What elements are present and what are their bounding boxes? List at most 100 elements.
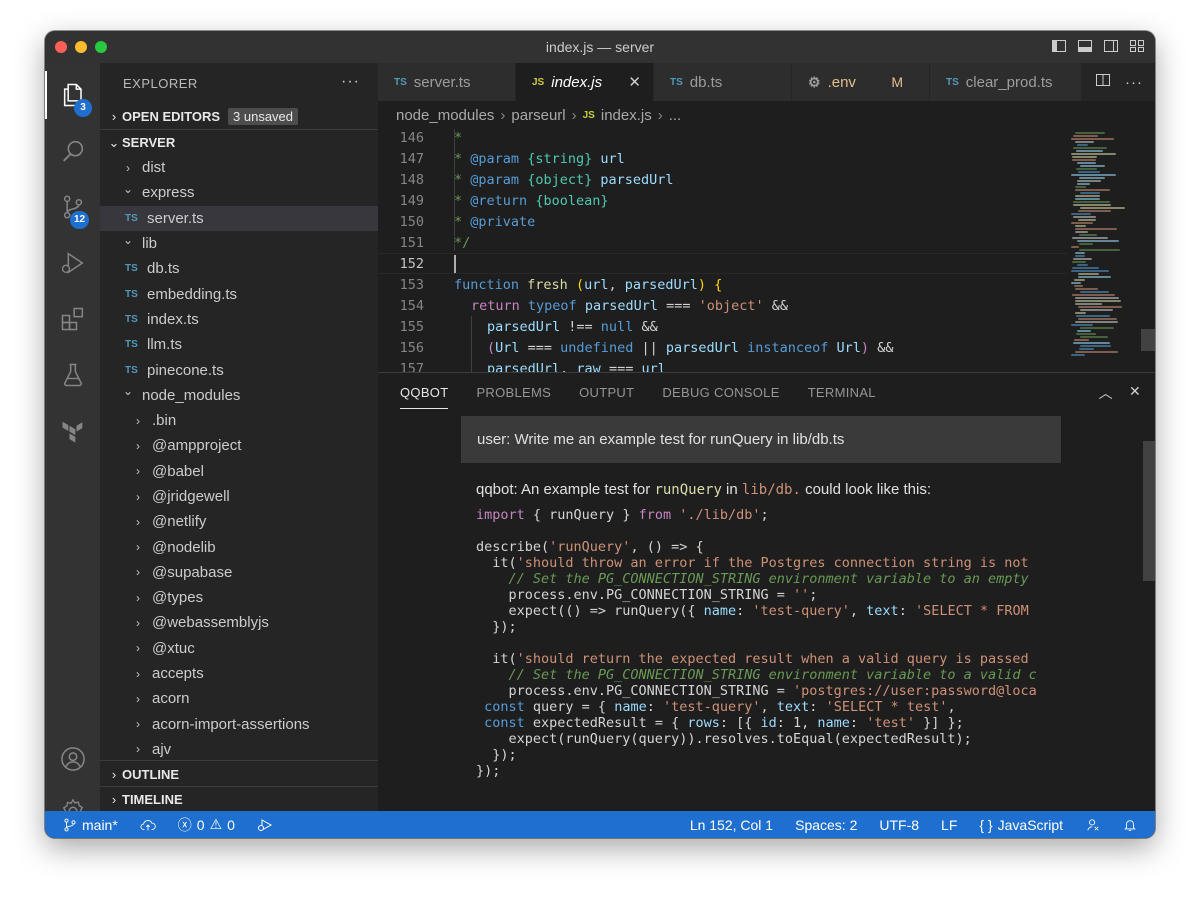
minimap-stroke xyxy=(1075,198,1100,200)
code-editor[interactable]: 146 * 147 * @param {string} url 148 * @para… xyxy=(378,129,1155,372)
maximize-window-button[interactable] xyxy=(95,41,107,53)
folder-tree-item[interactable]: › ajv xyxy=(100,737,378,762)
folder-tree-item[interactable]: › @ampproject xyxy=(100,433,378,458)
minimap-stroke xyxy=(1079,234,1097,236)
folder-tree-item[interactable]: › dist xyxy=(100,155,378,180)
feedback-status[interactable] xyxy=(1085,818,1101,832)
breadcrumb-item[interactable]: ... xyxy=(669,107,682,124)
minimap-stroke xyxy=(1075,141,1094,143)
close-tab-icon[interactable]: ✕ xyxy=(628,73,641,91)
customize-layout-icon[interactable] xyxy=(1129,38,1145,54)
panel-actions: ︿ ✕ xyxy=(1099,383,1141,403)
minimize-window-button[interactable] xyxy=(75,41,87,53)
minimap-stroke xyxy=(1075,231,1088,233)
breadcrumb-item[interactable]: index.js xyxy=(601,107,652,124)
source-control-activity[interactable]: 12 xyxy=(45,183,100,231)
typescript-file-icon: TS xyxy=(125,263,138,275)
file-tree-item[interactable]: TS server.ts xyxy=(100,205,378,231)
folder-tree-item[interactable]: › acorn-import-assertions xyxy=(100,712,378,737)
tab-env[interactable]: ⚙ .env M xyxy=(792,63,930,101)
language-mode[interactable]: { } JavaScript xyxy=(979,817,1063,833)
run-debug-activity[interactable] xyxy=(45,239,100,287)
chevron-right-icon: › xyxy=(136,565,140,580)
folder-tree-item[interactable]: › accepts xyxy=(100,661,378,686)
folder-tree-item[interactable]: › .bin xyxy=(100,408,378,433)
folder-tree-item[interactable]: › @webassemblyjs xyxy=(100,610,378,635)
editor-scrollbar-thumb[interactable] xyxy=(1141,329,1155,351)
line-ending[interactable]: LF xyxy=(941,817,957,833)
tab-debug-console[interactable]: DEBUG CONSOLE xyxy=(662,385,779,400)
toggle-secondary-sidebar-icon[interactable] xyxy=(1103,38,1119,54)
breadcrumb-item[interactable]: node_modules xyxy=(396,107,494,124)
tab-db-ts[interactable]: TS db.ts xyxy=(654,63,792,101)
tab-problems[interactable]: PROBLEMS xyxy=(476,385,551,400)
testing-activity[interactable] xyxy=(45,351,100,399)
minimap-stroke xyxy=(1075,351,1118,353)
encoding[interactable]: UTF-8 xyxy=(879,817,919,833)
tab-qqbot[interactable]: QQBOT xyxy=(400,385,449,409)
open-editors-section[interactable]: › OPEN EDITORS 3 unsaved xyxy=(100,103,378,129)
accounts-activity[interactable] xyxy=(45,735,100,783)
extensions-activity[interactable] xyxy=(45,295,100,343)
file-tree-item[interactable]: TS llm.ts xyxy=(100,332,378,357)
tree-item-label: pinecone.ts xyxy=(147,361,224,379)
debug-status[interactable] xyxy=(257,818,273,832)
tab-clear-prod-ts[interactable]: TS clear_prod.ts xyxy=(930,63,1082,101)
maximize-panel-icon[interactable]: ︿ xyxy=(1099,383,1113,403)
explorer-activity[interactable]: 3 xyxy=(45,71,100,119)
timeline-section[interactable]: › TIMELINE xyxy=(100,786,378,812)
terraform-activity[interactable] xyxy=(45,407,100,455)
code-line: 150 * @private xyxy=(378,211,1068,232)
minimap-stroke xyxy=(1080,207,1125,209)
folder-tree-item[interactable]: › @jridgewell xyxy=(100,484,378,509)
folder-tree-item[interactable]: › acorn xyxy=(100,686,378,711)
breadcrumb-item[interactable]: parseurl xyxy=(511,107,565,124)
folder-tree-item[interactable]: ⌄ lib xyxy=(100,231,378,256)
indentation[interactable]: Spaces: 2 xyxy=(795,817,857,833)
file-tree-item[interactable]: TS index.ts xyxy=(100,307,378,332)
folder-tree-item[interactable]: ⌄ node_modules xyxy=(100,383,378,408)
folder-tree-item[interactable]: › @types xyxy=(100,585,378,610)
branch-status[interactable]: main* xyxy=(63,817,118,833)
chevron-right-icon: › xyxy=(126,160,130,175)
folder-tree-item[interactable]: › @netlify xyxy=(100,509,378,534)
notifications-status[interactable] xyxy=(1123,818,1137,832)
tab-label: server.ts xyxy=(413,73,471,91)
minimap-stroke xyxy=(1078,171,1100,173)
tab-server-ts[interactable]: TS server.ts xyxy=(378,63,516,101)
toggle-primary-sidebar-icon[interactable] xyxy=(1051,38,1067,54)
sync-status[interactable] xyxy=(140,818,156,832)
code-snippet[interactable]: import { runQuery } from './lib/db'; desc… xyxy=(476,507,1043,787)
outline-section[interactable]: › OUTLINE xyxy=(100,760,378,787)
cursor-position[interactable]: Ln 152, Col 1 xyxy=(690,817,773,833)
more-actions-icon[interactable]: ··· xyxy=(341,73,360,91)
code-line: 156 (Url === undefined || parsedUrl insta… xyxy=(378,337,1068,358)
file-tree-item[interactable]: TS embedding.ts xyxy=(100,281,378,306)
minimap-stroke xyxy=(1071,246,1079,248)
search-activity[interactable] xyxy=(45,127,100,175)
more-actions-icon[interactable]: ··· xyxy=(1125,74,1143,91)
code-line: 149 * @return {boolean} xyxy=(378,190,1068,211)
problems-status[interactable]: ⓧ 0 ⚠ 0 xyxy=(178,815,235,835)
close-window-button[interactable] xyxy=(55,41,67,53)
minimap-stroke xyxy=(1077,180,1101,182)
tab-index-js[interactable]: JS index.js ✕ xyxy=(516,63,654,101)
file-tree-item[interactable]: TS db.ts xyxy=(100,256,378,281)
minimap-stroke xyxy=(1072,237,1108,239)
folder-tree-item[interactable]: ⌄ express xyxy=(100,180,378,205)
folder-tree-item[interactable]: › @supabase xyxy=(100,560,378,585)
bottom-panel: QQBOT PROBLEMS OUTPUT DEBUG CONSOLE TERM… xyxy=(378,372,1155,827)
tab-terminal[interactable]: TERMINAL xyxy=(808,385,876,400)
folder-tree-item[interactable]: › @babel xyxy=(100,459,378,484)
close-panel-icon[interactable]: ✕ xyxy=(1129,383,1141,403)
folder-tree-item[interactable]: › @nodelib xyxy=(100,534,378,559)
panel-vertical-scrollbar[interactable] xyxy=(1143,441,1155,581)
explorer-header: EXPLORER ··· xyxy=(100,63,378,103)
server-folder-section[interactable]: ⌄ SERVER xyxy=(100,129,378,155)
split-editor-icon[interactable] xyxy=(1095,72,1111,93)
minimap-stroke xyxy=(1073,135,1098,137)
file-tree-item[interactable]: TS pinecone.ts xyxy=(100,357,378,382)
folder-tree-item[interactable]: › @xtuc xyxy=(100,636,378,661)
tab-output[interactable]: OUTPUT xyxy=(579,385,634,400)
toggle-panel-icon[interactable] xyxy=(1077,38,1093,54)
